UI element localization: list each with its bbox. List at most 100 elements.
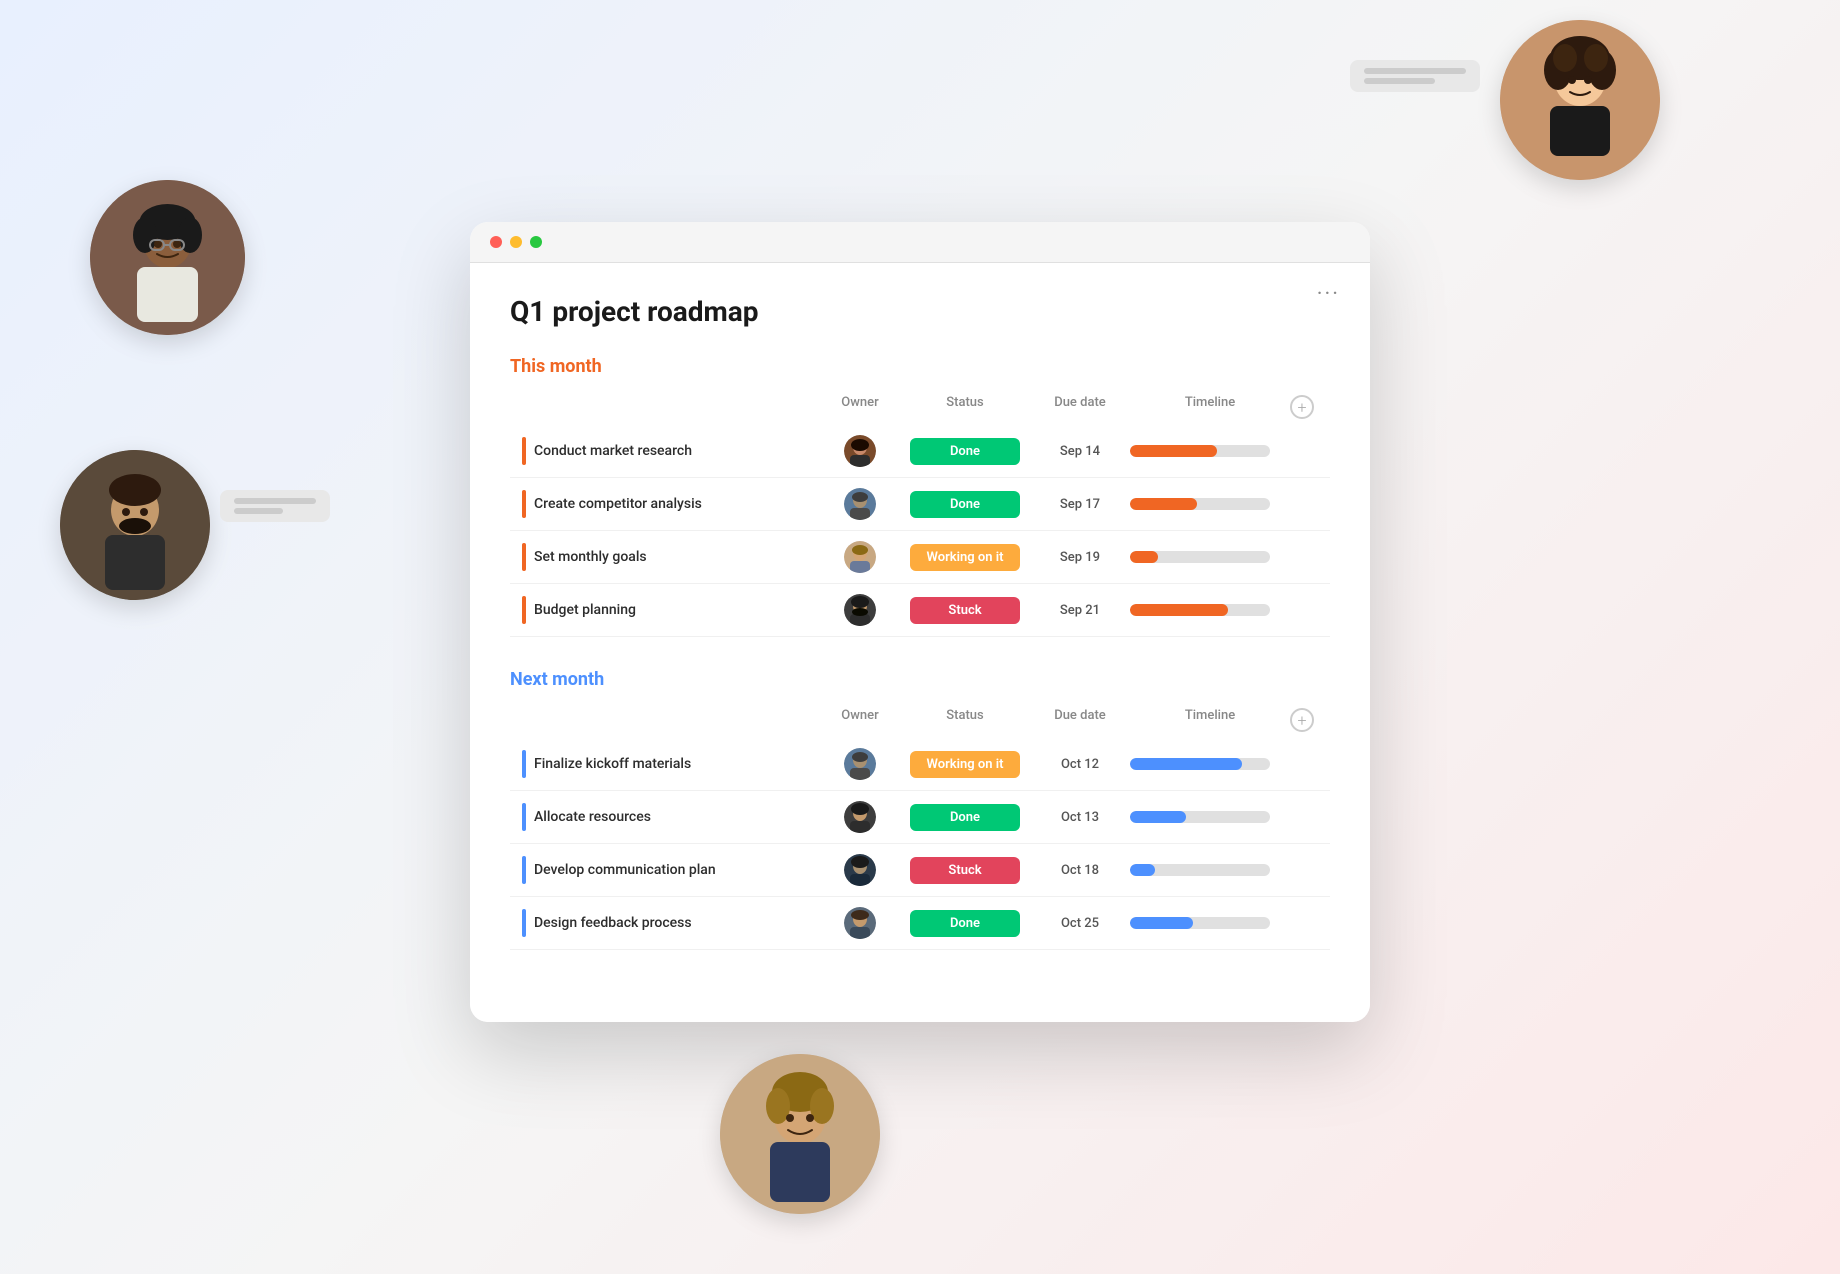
task-cell: Finalize kickoff materials	[522, 750, 820, 778]
table-row[interactable]: Develop communication plan Stuck Oct 18	[510, 844, 1330, 897]
timeline-cell	[1130, 864, 1290, 876]
status-badge: Done	[910, 804, 1020, 831]
task-cell: Design feedback process	[522, 909, 820, 937]
next-month-table-header: Owner Status Due date Timeline +	[510, 704, 1330, 736]
owner-cell	[820, 488, 900, 520]
due-cell: Oct 12	[1030, 757, 1130, 772]
next-month-section: Next month Owner Status Due date Timelin…	[510, 669, 1330, 950]
header-status: Status	[900, 708, 1030, 732]
due-cell: Oct 25	[1030, 916, 1130, 931]
task-name: Conduct market research	[534, 443, 692, 459]
due-cell: Sep 14	[1030, 444, 1130, 459]
status-badge: Done	[910, 438, 1020, 465]
timeline-fill	[1130, 551, 1158, 563]
this-month-section: This month Owner Status Due date Timelin…	[510, 356, 1330, 637]
timeline-cell	[1130, 604, 1290, 616]
header-owner: Owner	[820, 708, 900, 732]
table-row[interactable]: Set monthly goals Working on it Sep 19	[510, 531, 1330, 584]
header-add-next: +	[1290, 708, 1318, 732]
task-name: Allocate resources	[534, 809, 651, 825]
page-title: Q1 project roadmap	[510, 295, 1330, 328]
avatar	[844, 435, 876, 467]
due-cell: Oct 18	[1030, 863, 1130, 878]
owner-cell	[820, 594, 900, 626]
table-row[interactable]: Design feedback process Done Oct 25	[510, 897, 1330, 950]
owner-cell	[820, 801, 900, 833]
task-name: Set monthly goals	[534, 549, 647, 565]
status-cell: Done	[900, 910, 1030, 937]
table-row[interactable]: Allocate resources Done Oct 13	[510, 791, 1330, 844]
timeline-bar	[1130, 445, 1270, 457]
person-top-left	[90, 180, 245, 335]
status-cell: Stuck	[900, 597, 1030, 624]
timeline-fill	[1130, 445, 1217, 457]
avatar	[844, 748, 876, 780]
owner-cell	[820, 435, 900, 467]
header-task	[522, 708, 820, 732]
task-bar-icon	[522, 437, 526, 465]
timeline-bar	[1130, 604, 1270, 616]
avatar	[844, 801, 876, 833]
timeline-bar	[1130, 864, 1270, 876]
avatar	[844, 488, 876, 520]
avatar	[844, 594, 876, 626]
avatar	[844, 541, 876, 573]
task-name: Finalize kickoff materials	[534, 756, 691, 772]
task-name: Develop communication plan	[534, 862, 716, 878]
header-add: +	[1290, 395, 1318, 419]
header-owner: Owner	[820, 395, 900, 419]
browser-dot-green	[530, 236, 542, 248]
timeline-bar	[1130, 551, 1270, 563]
speech-bubble-left	[220, 490, 330, 522]
task-name: Budget planning	[534, 602, 636, 618]
timeline-fill	[1130, 604, 1228, 616]
browser-dot-red	[490, 236, 502, 248]
status-cell: Done	[900, 438, 1030, 465]
task-cell: Set monthly goals	[522, 543, 820, 571]
timeline-fill	[1130, 864, 1155, 876]
person-left-bottom	[60, 450, 210, 600]
status-badge: Working on it	[910, 751, 1020, 778]
more-options-button[interactable]: ···	[1317, 282, 1340, 307]
task-cell: Budget planning	[522, 596, 820, 624]
timeline-bar	[1130, 917, 1270, 929]
task-cell: Create competitor analysis	[522, 490, 820, 518]
status-cell: Done	[900, 491, 1030, 518]
table-row[interactable]: Create competitor analysis Done Sep 17	[510, 478, 1330, 531]
person-top-right	[1500, 20, 1660, 180]
owner-cell	[820, 854, 900, 886]
timeline-cell	[1130, 811, 1290, 823]
owner-cell	[820, 541, 900, 573]
browser-bar	[470, 222, 1370, 263]
status-badge: Stuck	[910, 857, 1020, 884]
timeline-bar	[1130, 758, 1270, 770]
timeline-cell	[1130, 917, 1290, 929]
header-task	[522, 395, 820, 419]
owner-cell	[820, 748, 900, 780]
timeline-cell	[1130, 758, 1290, 770]
next-month-title: Next month	[510, 669, 1330, 690]
add-column-button[interactable]: +	[1290, 395, 1314, 419]
table-row[interactable]: Finalize kickoff materials Working on it…	[510, 738, 1330, 791]
task-bar-icon	[522, 909, 526, 937]
status-badge: Done	[910, 910, 1020, 937]
timeline-bar	[1130, 811, 1270, 823]
timeline-fill	[1130, 758, 1242, 770]
person-bottom-center	[720, 1054, 880, 1214]
timeline-cell	[1130, 551, 1290, 563]
task-cell: Conduct market research	[522, 437, 820, 465]
add-column-button-next[interactable]: +	[1290, 708, 1314, 732]
browser-window: Q1 project roadmap ··· This month Owner …	[470, 222, 1370, 1022]
header-timeline: Timeline	[1130, 395, 1290, 419]
browser-dot-yellow	[510, 236, 522, 248]
header-due: Due date	[1030, 708, 1130, 732]
header-due: Due date	[1030, 395, 1130, 419]
table-row[interactable]: Budget planning Stuck Sep 21	[510, 584, 1330, 637]
table-row[interactable]: Conduct market research Done Sep 14	[510, 425, 1330, 478]
task-cell: Develop communication plan	[522, 856, 820, 884]
status-cell: Working on it	[900, 544, 1030, 571]
status-cell: Done	[900, 804, 1030, 831]
speech-bubble-top-right	[1350, 60, 1480, 92]
task-bar-icon	[522, 490, 526, 518]
task-bar-icon	[522, 750, 526, 778]
